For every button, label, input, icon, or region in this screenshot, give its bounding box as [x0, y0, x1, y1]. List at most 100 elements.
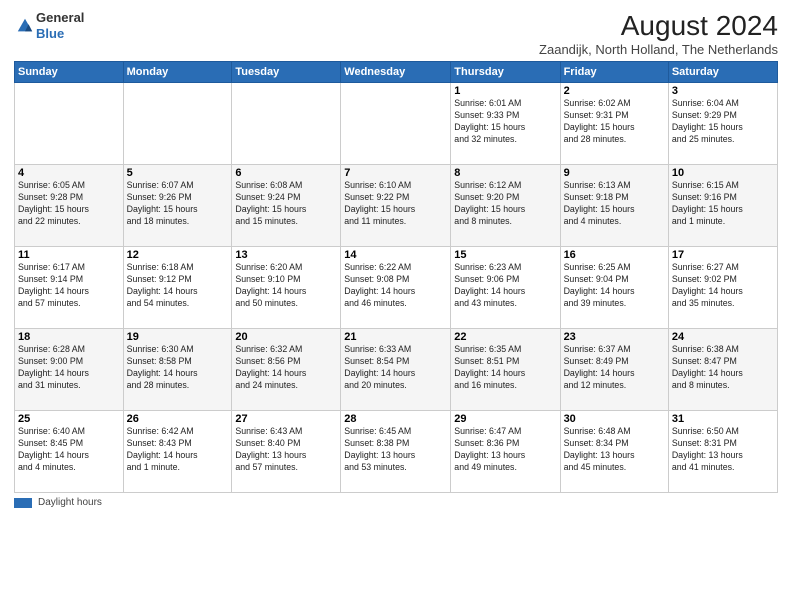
logo-icon: [16, 17, 34, 35]
day-number: 14: [344, 249, 447, 261]
day-info: Sunrise: 6:22 AM Sunset: 9:08 PM Dayligh…: [344, 262, 447, 310]
calendar-header: Sunday Monday Tuesday Wednesday Thursday…: [15, 62, 778, 83]
day-info: Sunrise: 6:42 AM Sunset: 8:43 PM Dayligh…: [127, 426, 229, 474]
day-number: 30: [564, 413, 665, 425]
main-title: August 2024: [539, 10, 778, 42]
day-cell: 3Sunrise: 6:04 AM Sunset: 9:29 PM Daylig…: [668, 83, 777, 165]
day-number: 7: [344, 167, 447, 179]
day-number: 22: [454, 331, 556, 343]
day-info: Sunrise: 6:48 AM Sunset: 8:34 PM Dayligh…: [564, 426, 665, 474]
day-number: 18: [18, 331, 120, 343]
day-cell: 18Sunrise: 6:28 AM Sunset: 9:00 PM Dayli…: [15, 329, 124, 411]
day-info: Sunrise: 6:17 AM Sunset: 9:14 PM Dayligh…: [18, 262, 120, 310]
day-number: 11: [18, 249, 120, 261]
day-cell: [15, 83, 124, 165]
day-number: 23: [564, 331, 665, 343]
day-info: Sunrise: 6:50 AM Sunset: 8:31 PM Dayligh…: [672, 426, 774, 474]
day-number: 16: [564, 249, 665, 261]
day-cell: 4Sunrise: 6:05 AM Sunset: 9:28 PM Daylig…: [15, 165, 124, 247]
day-info: Sunrise: 6:28 AM Sunset: 9:00 PM Dayligh…: [18, 344, 120, 392]
day-cell: 24Sunrise: 6:38 AM Sunset: 8:47 PM Dayli…: [668, 329, 777, 411]
header: General Blue August 2024 Zaandijk, North…: [14, 10, 778, 57]
col-tuesday: Tuesday: [232, 62, 341, 83]
day-cell: 29Sunrise: 6:47 AM Sunset: 8:36 PM Dayli…: [451, 411, 560, 493]
day-info: Sunrise: 6:45 AM Sunset: 8:38 PM Dayligh…: [344, 426, 447, 474]
footer: Daylight hours: [14, 497, 778, 508]
col-thursday: Thursday: [451, 62, 560, 83]
daylight-bar-icon: [14, 498, 32, 508]
day-number: 17: [672, 249, 774, 261]
day-number: 4: [18, 167, 120, 179]
day-number: 27: [235, 413, 337, 425]
logo-blue-text: Blue: [36, 26, 84, 42]
day-info: Sunrise: 6:43 AM Sunset: 8:40 PM Dayligh…: [235, 426, 337, 474]
day-cell: 30Sunrise: 6:48 AM Sunset: 8:34 PM Dayli…: [560, 411, 668, 493]
day-cell: 12Sunrise: 6:18 AM Sunset: 9:12 PM Dayli…: [123, 247, 232, 329]
col-friday: Friday: [560, 62, 668, 83]
day-number: 26: [127, 413, 229, 425]
day-number: 31: [672, 413, 774, 425]
day-cell: 17Sunrise: 6:27 AM Sunset: 9:02 PM Dayli…: [668, 247, 777, 329]
day-info: Sunrise: 6:02 AM Sunset: 9:31 PM Dayligh…: [564, 98, 665, 146]
day-number: 12: [127, 249, 229, 261]
day-cell: 1Sunrise: 6:01 AM Sunset: 9:33 PM Daylig…: [451, 83, 560, 165]
day-info: Sunrise: 6:35 AM Sunset: 8:51 PM Dayligh…: [454, 344, 556, 392]
day-info: Sunrise: 6:30 AM Sunset: 8:58 PM Dayligh…: [127, 344, 229, 392]
day-info: Sunrise: 6:27 AM Sunset: 9:02 PM Dayligh…: [672, 262, 774, 310]
day-number: 28: [344, 413, 447, 425]
day-number: 5: [127, 167, 229, 179]
day-number: 29: [454, 413, 556, 425]
day-cell: [341, 83, 451, 165]
day-info: Sunrise: 6:05 AM Sunset: 9:28 PM Dayligh…: [18, 180, 120, 228]
day-number: 8: [454, 167, 556, 179]
day-number: 1: [454, 85, 556, 97]
day-cell: 26Sunrise: 6:42 AM Sunset: 8:43 PM Dayli…: [123, 411, 232, 493]
day-cell: 2Sunrise: 6:02 AM Sunset: 9:31 PM Daylig…: [560, 83, 668, 165]
day-info: Sunrise: 6:37 AM Sunset: 8:49 PM Dayligh…: [564, 344, 665, 392]
day-info: Sunrise: 6:32 AM Sunset: 8:56 PM Dayligh…: [235, 344, 337, 392]
day-cell: 11Sunrise: 6:17 AM Sunset: 9:14 PM Dayli…: [15, 247, 124, 329]
day-info: Sunrise: 6:04 AM Sunset: 9:29 PM Dayligh…: [672, 98, 774, 146]
day-cell: 31Sunrise: 6:50 AM Sunset: 8:31 PM Dayli…: [668, 411, 777, 493]
day-cell: [123, 83, 232, 165]
logo: General Blue: [14, 10, 84, 41]
col-wednesday: Wednesday: [341, 62, 451, 83]
week-row-1: 4Sunrise: 6:05 AM Sunset: 9:28 PM Daylig…: [15, 165, 778, 247]
day-cell: 8Sunrise: 6:12 AM Sunset: 9:20 PM Daylig…: [451, 165, 560, 247]
day-number: 24: [672, 331, 774, 343]
week-row-0: 1Sunrise: 6:01 AM Sunset: 9:33 PM Daylig…: [15, 83, 778, 165]
day-cell: [232, 83, 341, 165]
page: General Blue August 2024 Zaandijk, North…: [0, 0, 792, 612]
day-cell: 14Sunrise: 6:22 AM Sunset: 9:08 PM Dayli…: [341, 247, 451, 329]
col-monday: Monday: [123, 62, 232, 83]
calendar-body: 1Sunrise: 6:01 AM Sunset: 9:33 PM Daylig…: [15, 83, 778, 493]
week-row-4: 25Sunrise: 6:40 AM Sunset: 8:45 PM Dayli…: [15, 411, 778, 493]
day-cell: 23Sunrise: 6:37 AM Sunset: 8:49 PM Dayli…: [560, 329, 668, 411]
day-cell: 20Sunrise: 6:32 AM Sunset: 8:56 PM Dayli…: [232, 329, 341, 411]
day-cell: 15Sunrise: 6:23 AM Sunset: 9:06 PM Dayli…: [451, 247, 560, 329]
day-number: 13: [235, 249, 337, 261]
day-cell: 6Sunrise: 6:08 AM Sunset: 9:24 PM Daylig…: [232, 165, 341, 247]
day-cell: 27Sunrise: 6:43 AM Sunset: 8:40 PM Dayli…: [232, 411, 341, 493]
day-cell: 10Sunrise: 6:15 AM Sunset: 9:16 PM Dayli…: [668, 165, 777, 247]
day-cell: 13Sunrise: 6:20 AM Sunset: 9:10 PM Dayli…: [232, 247, 341, 329]
day-info: Sunrise: 6:01 AM Sunset: 9:33 PM Dayligh…: [454, 98, 556, 146]
day-cell: 16Sunrise: 6:25 AM Sunset: 9:04 PM Dayli…: [560, 247, 668, 329]
logo-general-text: General: [36, 10, 84, 26]
day-info: Sunrise: 6:07 AM Sunset: 9:26 PM Dayligh…: [127, 180, 229, 228]
col-sunday: Sunday: [15, 62, 124, 83]
day-info: Sunrise: 6:15 AM Sunset: 9:16 PM Dayligh…: [672, 180, 774, 228]
day-number: 15: [454, 249, 556, 261]
day-cell: 21Sunrise: 6:33 AM Sunset: 8:54 PM Dayli…: [341, 329, 451, 411]
day-number: 19: [127, 331, 229, 343]
day-number: 10: [672, 167, 774, 179]
day-cell: 19Sunrise: 6:30 AM Sunset: 8:58 PM Dayli…: [123, 329, 232, 411]
day-cell: 25Sunrise: 6:40 AM Sunset: 8:45 PM Dayli…: [15, 411, 124, 493]
day-info: Sunrise: 6:33 AM Sunset: 8:54 PM Dayligh…: [344, 344, 447, 392]
day-info: Sunrise: 6:12 AM Sunset: 9:20 PM Dayligh…: [454, 180, 556, 228]
calendar: Sunday Monday Tuesday Wednesday Thursday…: [14, 61, 778, 493]
day-info: Sunrise: 6:40 AM Sunset: 8:45 PM Dayligh…: [18, 426, 120, 474]
day-info: Sunrise: 6:38 AM Sunset: 8:47 PM Dayligh…: [672, 344, 774, 392]
footer-label: Daylight hours: [38, 497, 102, 508]
week-row-2: 11Sunrise: 6:17 AM Sunset: 9:14 PM Dayli…: [15, 247, 778, 329]
